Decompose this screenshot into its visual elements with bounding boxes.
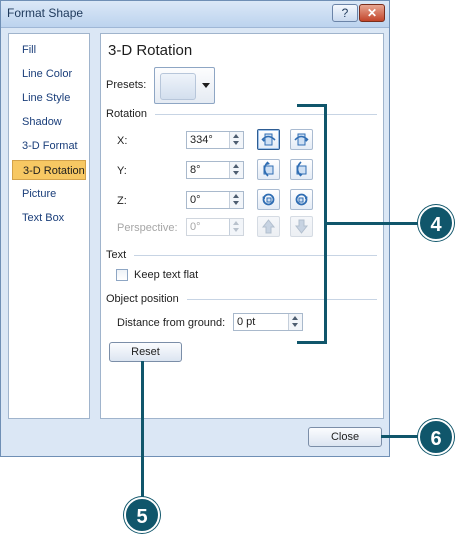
arrow-up-icon[interactable] (233, 164, 239, 168)
arrow-down-icon[interactable] (233, 171, 239, 175)
dialog-title: Format Shape (7, 6, 84, 20)
arrow-down-icon[interactable] (233, 228, 239, 232)
object-position-section-heading: Object position (106, 293, 179, 305)
arrow-down-icon[interactable] (233, 201, 239, 205)
arrow-up-icon[interactable] (292, 316, 298, 320)
distance-from-ground-spinner[interactable]: 0 pt (233, 313, 303, 331)
perspective-value: 0° (190, 221, 201, 233)
z-value: 0° (190, 194, 201, 206)
x-value: 334° (190, 134, 213, 146)
rotate-left-button[interactable] (257, 129, 280, 150)
rotate-clockwise-button[interactable] (290, 189, 313, 210)
close-icon[interactable]: ✕ (359, 4, 385, 22)
keep-text-flat-label: Keep text flat (134, 269, 199, 281)
distance-value: 0 pt (237, 316, 256, 328)
widen-field-of-view-button[interactable] (290, 216, 313, 237)
spinner-arrows[interactable] (288, 314, 302, 330)
arrow-up-icon[interactable] (233, 194, 239, 198)
category-list: Fill Line Color Line Style Shadow 3-D Fo… (8, 33, 90, 419)
rotate-counterclockwise-button[interactable] (257, 189, 280, 210)
y-label: Y: (117, 165, 127, 177)
rotate-counterclockwise-icon (262, 193, 275, 206)
rotate-up-icon (263, 161, 274, 177)
x-rotation-spinner[interactable]: 334° (186, 131, 244, 149)
rotation-section-heading: Rotation (106, 108, 147, 120)
help-button[interactable]: ? (332, 4, 358, 22)
preset-swatch (160, 73, 196, 100)
keep-text-flat-checkbox[interactable] (116, 269, 128, 281)
presets-label: Presets: (106, 79, 147, 91)
panel-title: 3-D Rotation (108, 42, 193, 59)
callout-6-connector (381, 435, 421, 438)
callout-5-connector (141, 361, 144, 498)
section-divider (187, 299, 377, 300)
arrow-up-icon[interactable] (233, 134, 239, 138)
perspective-up-icon (261, 219, 276, 234)
arrow-down-icon[interactable] (292, 323, 298, 327)
text-section-heading: Text (106, 249, 127, 261)
z-label: Z: (117, 195, 127, 207)
spinner-arrows[interactable] (229, 132, 243, 148)
nav-item-text-box[interactable]: Text Box (12, 208, 86, 228)
presets-dropdown[interactable] (154, 67, 215, 104)
distance-from-ground-label: Distance from ground: (117, 317, 226, 329)
title-bar: Format Shape ? ✕ (1, 1, 389, 28)
chevron-down-icon (202, 83, 210, 88)
nav-item-3d-format[interactable]: 3-D Format (12, 136, 86, 156)
arrow-down-icon[interactable] (233, 141, 239, 145)
nav-item-line-color[interactable]: Line Color (12, 64, 86, 84)
y-value: 8° (190, 164, 201, 176)
nav-item-3d-rotation[interactable]: 3-D Rotation (12, 160, 86, 180)
spinner-arrows[interactable] (229, 219, 243, 235)
spinner-arrows[interactable] (229, 162, 243, 178)
perspective-label: Perspective: (117, 222, 178, 234)
spinner-arrows[interactable] (229, 192, 243, 208)
callout-4-bracket-bottom (297, 341, 326, 344)
rotate-clockwise-icon (295, 193, 308, 206)
callout-5: 5 (124, 497, 160, 533)
perspective-down-icon (294, 219, 309, 234)
nav-item-fill[interactable]: Fill (12, 40, 86, 60)
nav-item-shadow[interactable]: Shadow (12, 112, 86, 132)
rotate-right-button[interactable] (290, 129, 313, 150)
z-rotation-spinner[interactable]: 0° (186, 191, 244, 209)
callout-4-connector (324, 222, 422, 225)
y-rotation-spinner[interactable]: 8° (186, 161, 244, 179)
x-label: X: (117, 135, 128, 147)
callout-6: 6 (418, 419, 454, 455)
rotate-up-button[interactable] (257, 159, 280, 180)
format-shape-dialog: Format Shape ? ✕ Fill Line Color Line St… (0, 0, 390, 457)
close-button[interactable]: Close (308, 427, 382, 447)
callout-4-bracket-top (297, 104, 326, 107)
section-divider (155, 114, 377, 115)
rotate-left-icon (261, 133, 276, 146)
rotate-down-button[interactable] (290, 159, 313, 180)
nav-item-line-style[interactable]: Line Style (12, 88, 86, 108)
callout-4: 4 (418, 205, 454, 241)
arrow-up-icon[interactable] (233, 221, 239, 225)
reset-button[interactable]: Reset (109, 342, 182, 362)
narrow-field-of-view-button[interactable] (257, 216, 280, 237)
nav-item-picture[interactable]: Picture (12, 184, 86, 204)
rotate-right-icon (294, 133, 309, 146)
section-divider (134, 255, 377, 256)
perspective-spinner[interactable]: 0° (186, 218, 244, 236)
rotate-down-icon (296, 161, 307, 177)
